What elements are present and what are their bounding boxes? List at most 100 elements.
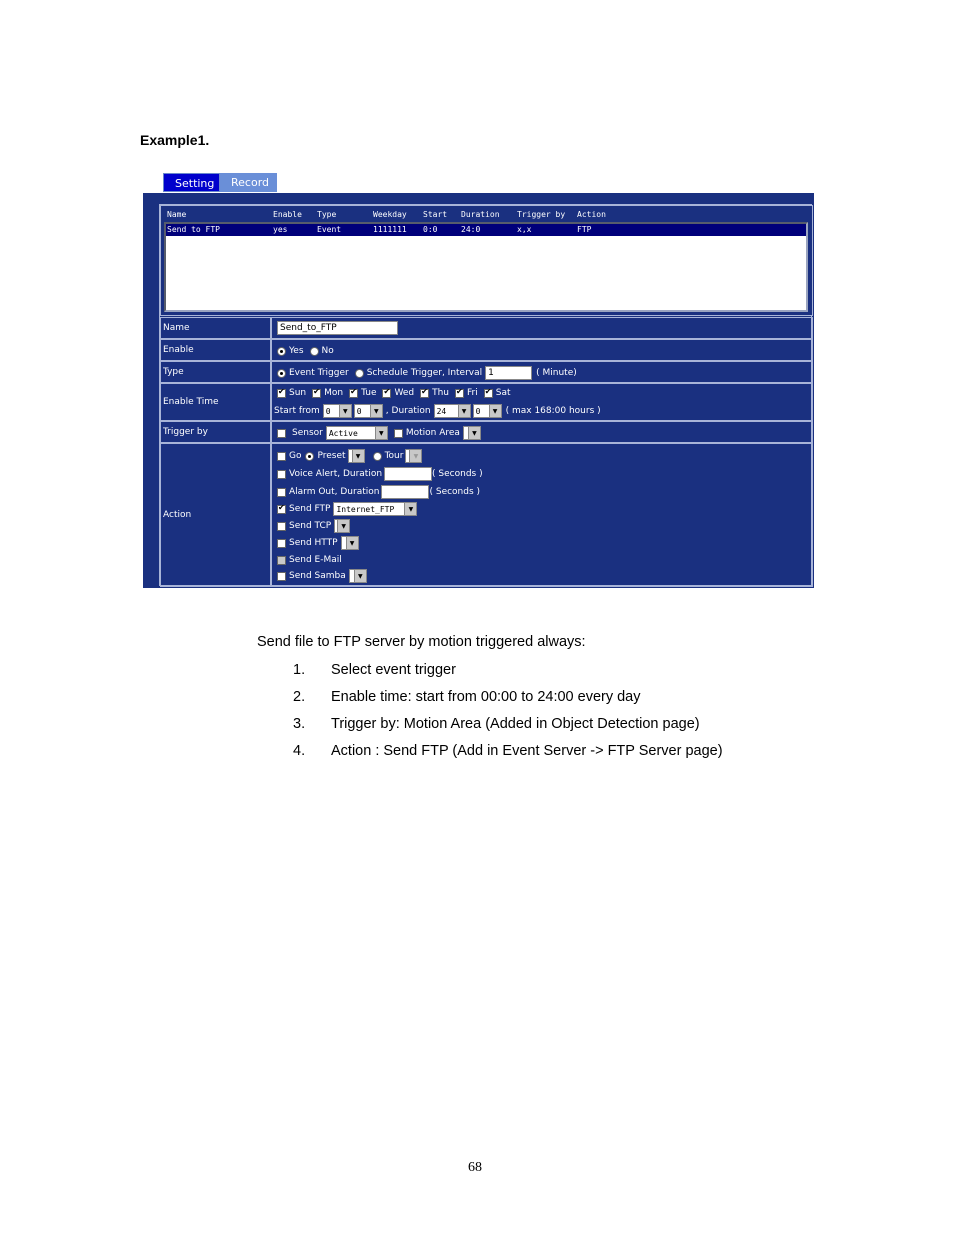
- tour-radio[interactable]: [372, 451, 382, 461]
- day-wed-label: Wed: [394, 388, 415, 398]
- cell-type: Event: [317, 225, 342, 234]
- enable-yes-label: Yes: [289, 346, 304, 356]
- event-trigger-label: Event Trigger: [289, 368, 349, 378]
- motion-area-checkbox[interactable]: [393, 428, 403, 438]
- event-list: Name Enable Type Weekday Start Duration …: [160, 205, 813, 316]
- chevron-down-icon: ▼: [409, 450, 422, 462]
- go-checkbox[interactable]: [277, 451, 286, 461]
- send-samba-label: Send Samba: [289, 571, 346, 581]
- preset-select[interactable]: ▼: [347, 449, 365, 463]
- schedule-trigger-label: Schedule Trigger, Interval: [366, 368, 483, 378]
- day-thu-label: Thu: [432, 388, 450, 398]
- tab-record[interactable]: Record: [220, 173, 277, 192]
- day-fri-checkbox[interactable]: [455, 387, 465, 398]
- day-tue-checkbox[interactable]: [349, 387, 359, 398]
- motion-area-select[interactable]: ▼: [462, 426, 481, 440]
- column-header-name: Name: [167, 210, 187, 219]
- day-thu-checkbox[interactable]: [420, 387, 430, 398]
- alarm-out-unit: ( Seconds ): [429, 487, 481, 497]
- enable-row: Enable Yes No: [160, 339, 813, 361]
- chevron-down-icon: ▼: [338, 405, 351, 417]
- sensor-select[interactable]: Active ▼: [325, 426, 388, 440]
- trigger-by-row: Trigger by Sensor Active ▼ Motion Area ▼: [160, 421, 813, 443]
- voice-alert-duration-input[interactable]: [384, 467, 433, 481]
- cell-duration: 24:0: [461, 225, 481, 234]
- preset-radio[interactable]: [305, 451, 315, 461]
- enable-time-label: Enable Time: [160, 383, 271, 421]
- column-header-weekday: Weekday: [373, 210, 407, 219]
- chevron-down-icon: ▼: [351, 450, 364, 462]
- send-http-checkbox[interactable]: [277, 538, 286, 548]
- action-label: Action: [160, 443, 271, 587]
- column-header-type: Type: [317, 210, 337, 219]
- enable-yes-radio[interactable]: [277, 346, 286, 356]
- send-tcp-checkbox[interactable]: [277, 521, 286, 531]
- alarm-out-label: Alarm Out, Duration: [289, 487, 380, 497]
- enable-no-radio[interactable]: [309, 346, 319, 356]
- day-mon-checkbox[interactable]: [312, 387, 322, 398]
- send-tcp-label: Send TCP: [289, 521, 332, 531]
- voice-alert-label: Voice Alert, Duration: [289, 469, 383, 479]
- send-email-checkbox[interactable]: [277, 555, 286, 565]
- trigger-by-label: Trigger by: [160, 421, 271, 443]
- start-hour-select[interactable]: 0 ▼: [322, 404, 352, 418]
- send-samba-select[interactable]: ▼: [348, 569, 367, 583]
- chevron-down-icon: ▼: [488, 405, 501, 417]
- tab-bar: Setting Record: [163, 173, 277, 192]
- send-http-select[interactable]: ▼: [340, 536, 359, 550]
- send-ftp-checkbox[interactable]: [277, 503, 286, 514]
- day-sat-checkbox[interactable]: [483, 387, 493, 398]
- chevron-down-icon: ▼: [467, 427, 480, 439]
- motion-area-label: Motion Area: [405, 428, 460, 438]
- step-number: 4.: [293, 743, 306, 759]
- start-minute-select[interactable]: 0 ▼: [353, 404, 383, 418]
- chevron-down-icon: ▼: [457, 405, 470, 417]
- column-header-enable: Enable: [273, 210, 302, 219]
- name-input[interactable]: [277, 321, 398, 335]
- step-number: 2.: [293, 689, 306, 705]
- schedule-trigger-radio[interactable]: [354, 368, 364, 378]
- duration-minute-select[interactable]: 0 ▼: [472, 404, 502, 418]
- event-list-header: Name Enable Type Weekday Start Duration …: [164, 208, 810, 222]
- step-text: Select event trigger: [331, 662, 456, 678]
- max-duration-note: ( max 168:00 hours ): [505, 406, 601, 416]
- chevron-down-icon: ▼: [404, 503, 417, 515]
- step-number: 1.: [293, 662, 306, 678]
- duration-label: , Duration: [385, 406, 431, 416]
- preset-label: Preset: [317, 451, 346, 461]
- column-header-start: Start: [423, 210, 448, 219]
- tour-select[interactable]: ▼: [405, 449, 423, 463]
- action-row: Action Go Preset ▼ Tour ▼ Voice Alert, D…: [160, 443, 813, 587]
- interval-input[interactable]: [485, 366, 533, 380]
- step-text: Enable time: start from 00:00 to 24:00 e…: [331, 689, 641, 705]
- voice-alert-checkbox[interactable]: [277, 469, 286, 479]
- send-samba-checkbox[interactable]: [277, 571, 286, 581]
- cell-name: Send to FTP: [167, 225, 220, 234]
- cell-weekday: 1111111: [373, 225, 407, 234]
- step-text: Trigger by: Motion Area (Added in Object…: [331, 716, 700, 732]
- name-label: Name: [160, 317, 271, 339]
- send-ftp-label: Send FTP: [289, 504, 331, 514]
- column-header-action: Action: [577, 210, 606, 219]
- tour-label: Tour: [384, 451, 404, 461]
- example-heading: Example1.: [140, 132, 210, 148]
- alarm-out-checkbox[interactable]: [277, 487, 286, 497]
- alarm-out-duration-input[interactable]: [381, 485, 430, 499]
- event-trigger-radio[interactable]: [277, 368, 286, 378]
- sensor-checkbox[interactable]: [277, 428, 286, 438]
- chevron-down-icon: ▼: [345, 537, 358, 549]
- duration-hour-select[interactable]: 24 ▼: [433, 404, 471, 418]
- event-listbox[interactable]: Send to FTP yes Event 1111111 0:0 24:0 x…: [164, 222, 808, 312]
- chevron-down-icon: ▼: [374, 427, 387, 439]
- send-tcp-select[interactable]: ▼: [334, 519, 351, 533]
- enable-time-row: Enable Time Sun Mon Tue Wed Thu Fri Sat …: [160, 383, 813, 421]
- tab-setting[interactable]: Setting: [163, 173, 220, 192]
- event-list-row[interactable]: Send to FTP yes Event 1111111 0:0 24:0 x…: [166, 224, 806, 236]
- day-sun-checkbox[interactable]: [277, 387, 286, 398]
- send-ftp-select[interactable]: Internet_FTP ▼: [333, 502, 418, 516]
- sensor-label: Sensor: [292, 428, 323, 438]
- day-wed-checkbox[interactable]: [382, 387, 392, 398]
- type-label: Type: [160, 361, 271, 383]
- chevron-down-icon: ▼: [337, 520, 350, 532]
- start-from-label: Start from: [274, 406, 320, 416]
